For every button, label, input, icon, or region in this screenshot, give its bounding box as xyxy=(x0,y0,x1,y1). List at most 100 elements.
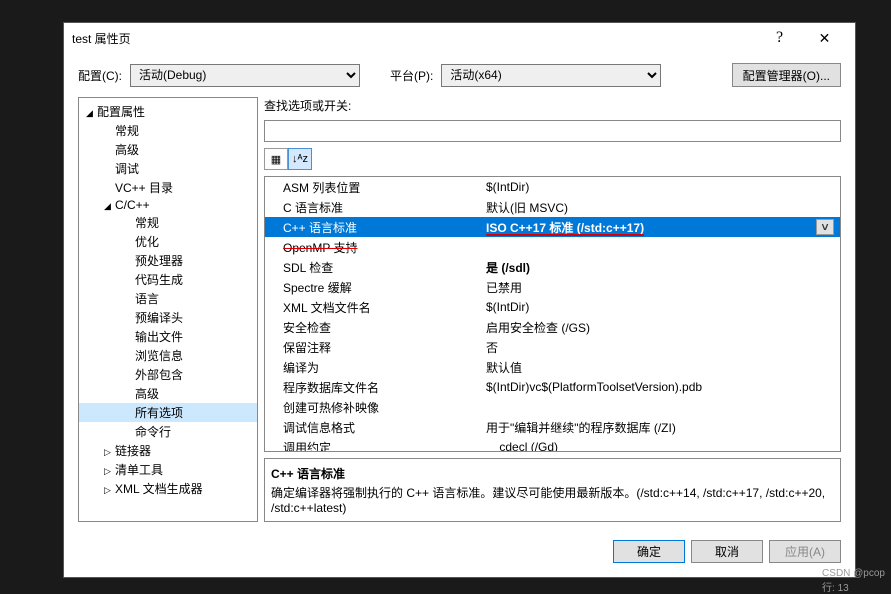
tree-item[interactable]: 外部包含 xyxy=(79,365,257,384)
description-box: C++ 语言标准 确定编译器将强制执行的 C++ 语言标准。建议尽可能使用最新版… xyxy=(264,458,841,522)
property-name: 创建可热修补映像 xyxy=(265,397,480,417)
dialog-footer: 确定 取消 应用(A) xyxy=(64,532,855,577)
tree-item[interactable]: 常规 xyxy=(79,213,257,232)
titlebar: test 属性页 ? ✕ xyxy=(64,23,855,53)
platform-label: 平台(P): xyxy=(390,67,433,84)
config-label: 配置(C): xyxy=(78,67,122,84)
property-value[interactable]: 否 xyxy=(480,337,840,357)
tree-item-label: 配置属性 xyxy=(97,105,145,119)
expand-icon[interactable]: ▷ xyxy=(103,447,112,458)
alphabetical-view-button[interactable]: ↓ᴬᴢ xyxy=(288,148,312,170)
tree-item[interactable]: 输出文件 xyxy=(79,327,257,346)
tree-item-label: 代码生成 xyxy=(135,273,183,287)
config-manager-button[interactable]: 配置管理器(O)... xyxy=(732,63,841,87)
tree-item[interactable]: 代码生成 xyxy=(79,270,257,289)
property-value[interactable]: 启用安全检查 (/GS) xyxy=(480,317,840,337)
property-name: SDL 检查 xyxy=(265,257,480,277)
property-value[interactable]: 是 (/sdl) xyxy=(480,257,840,277)
property-row[interactable]: ASM 列表位置$(IntDir) xyxy=(265,177,840,197)
property-value[interactable]: 用于"编辑并继续"的程序数据库 (/ZI) xyxy=(480,417,840,437)
property-value[interactable]: $(IntDir)vc$(PlatformToolsetVersion).pdb xyxy=(480,377,840,397)
property-value[interactable] xyxy=(480,237,840,257)
property-row[interactable]: C 语言标准默认(旧 MSVC) xyxy=(265,197,840,217)
property-grid: ASM 列表位置$(IntDir)C 语言标准默认(旧 MSVC)C++ 语言标… xyxy=(264,176,841,452)
property-name: ASM 列表位置 xyxy=(265,177,480,197)
tree-item[interactable]: ◢C/C++ xyxy=(79,197,257,213)
expand-icon[interactable]: ▷ xyxy=(103,485,112,496)
tree-item[interactable]: ▷链接器 xyxy=(79,441,257,460)
property-value[interactable]: __cdecl (/Gd) xyxy=(480,437,840,451)
property-name: Spectre 缓解 xyxy=(265,277,480,297)
tree-item[interactable]: 高级 xyxy=(79,384,257,403)
tree-item[interactable]: 调试 xyxy=(79,159,257,178)
tree-item[interactable]: ▷清单工具 xyxy=(79,460,257,479)
property-value[interactable] xyxy=(480,397,840,417)
apply-button[interactable]: 应用(A) xyxy=(769,540,841,563)
close-button[interactable]: ✕ xyxy=(802,23,847,53)
tree-item[interactable]: 所有选项 xyxy=(79,403,257,422)
expand-icon[interactable]: ◢ xyxy=(85,108,94,119)
tree-item[interactable]: 常规 xyxy=(79,121,257,140)
tree-item[interactable]: ▷XML 文档生成器 xyxy=(79,479,257,498)
property-value[interactable]: ISO C++17 标准 (/std:c++17) xyxy=(480,217,840,237)
property-name: 调用约定 xyxy=(265,437,480,451)
platform-select[interactable]: 活动(x64) xyxy=(441,64,661,87)
tree-item-label: 优化 xyxy=(135,235,159,249)
property-row[interactable]: Spectre 缓解已禁用 xyxy=(265,277,840,297)
tree-item-label: 常规 xyxy=(135,216,159,230)
property-name: OpenMP 支持 xyxy=(265,237,480,257)
nav-tree[interactable]: ◢配置属性 常规 高级 调试 VC++ 目录◢C/C++ 常规 优化 预处理器 … xyxy=(78,97,258,522)
search-input[interactable] xyxy=(264,120,841,142)
property-name: 安全检查 xyxy=(265,317,480,337)
tree-item-label: 输出文件 xyxy=(135,330,183,344)
tree-item[interactable]: 语言 xyxy=(79,289,257,308)
property-row[interactable]: 编译为默认值 xyxy=(265,357,840,377)
tree-item[interactable]: 优化 xyxy=(79,232,257,251)
property-value[interactable]: 默认(旧 MSVC) xyxy=(480,197,840,217)
tree-item-label: 所有选项 xyxy=(135,406,183,420)
help-button[interactable]: ? xyxy=(757,23,802,53)
property-value[interactable]: $(IntDir) xyxy=(480,297,840,317)
property-value[interactable]: $(IntDir) xyxy=(480,177,840,197)
property-value[interactable]: 默认值 xyxy=(480,357,840,377)
property-grid-scroll[interactable]: ASM 列表位置$(IntDir)C 语言标准默认(旧 MSVC)C++ 语言标… xyxy=(265,177,840,451)
property-row[interactable]: 调试信息格式用于"编辑并继续"的程序数据库 (/ZI) xyxy=(265,417,840,437)
expand-icon[interactable]: ▷ xyxy=(103,466,112,477)
property-row[interactable]: 调用约定__cdecl (/Gd) xyxy=(265,437,840,451)
tree-item-label: 外部包含 xyxy=(135,368,183,382)
tree-item-label: 高级 xyxy=(135,387,159,401)
property-name: C 语言标准 xyxy=(265,197,480,217)
tree-item[interactable]: 预处理器 xyxy=(79,251,257,270)
property-row[interactable]: OpenMP 支持 xyxy=(265,237,840,257)
tree-item[interactable]: ◢配置属性 xyxy=(79,102,257,121)
description-text: 确定编译器将强制执行的 C++ 语言标准。建议尽可能使用最新版本。(/std:c… xyxy=(271,484,834,515)
tree-item[interactable]: 浏览信息 xyxy=(79,346,257,365)
tree-item[interactable]: 预编译头 xyxy=(79,308,257,327)
tree-item-label: 预编译头 xyxy=(135,311,183,325)
description-title: C++ 语言标准 xyxy=(271,465,834,482)
property-row[interactable]: 安全检查启用安全检查 (/GS) xyxy=(265,317,840,337)
tree-item[interactable]: VC++ 目录 xyxy=(79,178,257,197)
property-row[interactable]: XML 文档文件名$(IntDir) xyxy=(265,297,840,317)
property-row[interactable]: SDL 检查是 (/sdl) xyxy=(265,257,840,277)
property-row[interactable]: 保留注释否 xyxy=(265,337,840,357)
tree-item-label: 语言 xyxy=(135,292,159,306)
tree-item-label: 清单工具 xyxy=(115,463,163,477)
config-row: 配置(C): 活动(Debug) 平台(P): 活动(x64) 配置管理器(O)… xyxy=(64,53,855,97)
tree-item[interactable]: 命令行 xyxy=(79,422,257,441)
property-row[interactable]: 创建可热修补映像 xyxy=(265,397,840,417)
property-value[interactable]: 已禁用 xyxy=(480,277,840,297)
tree-item-label: XML 文档生成器 xyxy=(115,482,203,496)
ok-button[interactable]: 确定 xyxy=(613,540,685,563)
cancel-button[interactable]: 取消 xyxy=(691,540,763,563)
property-row[interactable]: 程序数据库文件名$(IntDir)vc$(PlatformToolsetVers… xyxy=(265,377,840,397)
tree-item-label: VC++ 目录 xyxy=(115,181,173,195)
property-name: C++ 语言标准 xyxy=(265,217,480,237)
expand-icon[interactable]: ◢ xyxy=(103,201,112,212)
statusbar: CSDN @pcop 行: 13 xyxy=(822,568,885,594)
categorized-view-button[interactable]: ▦ xyxy=(264,148,288,170)
tree-item-label: 高级 xyxy=(115,143,139,157)
config-select[interactable]: 活动(Debug) xyxy=(130,64,360,87)
property-row[interactable]: C++ 语言标准ISO C++17 标准 (/std:c++17) xyxy=(265,217,840,237)
tree-item[interactable]: 高级 xyxy=(79,140,257,159)
